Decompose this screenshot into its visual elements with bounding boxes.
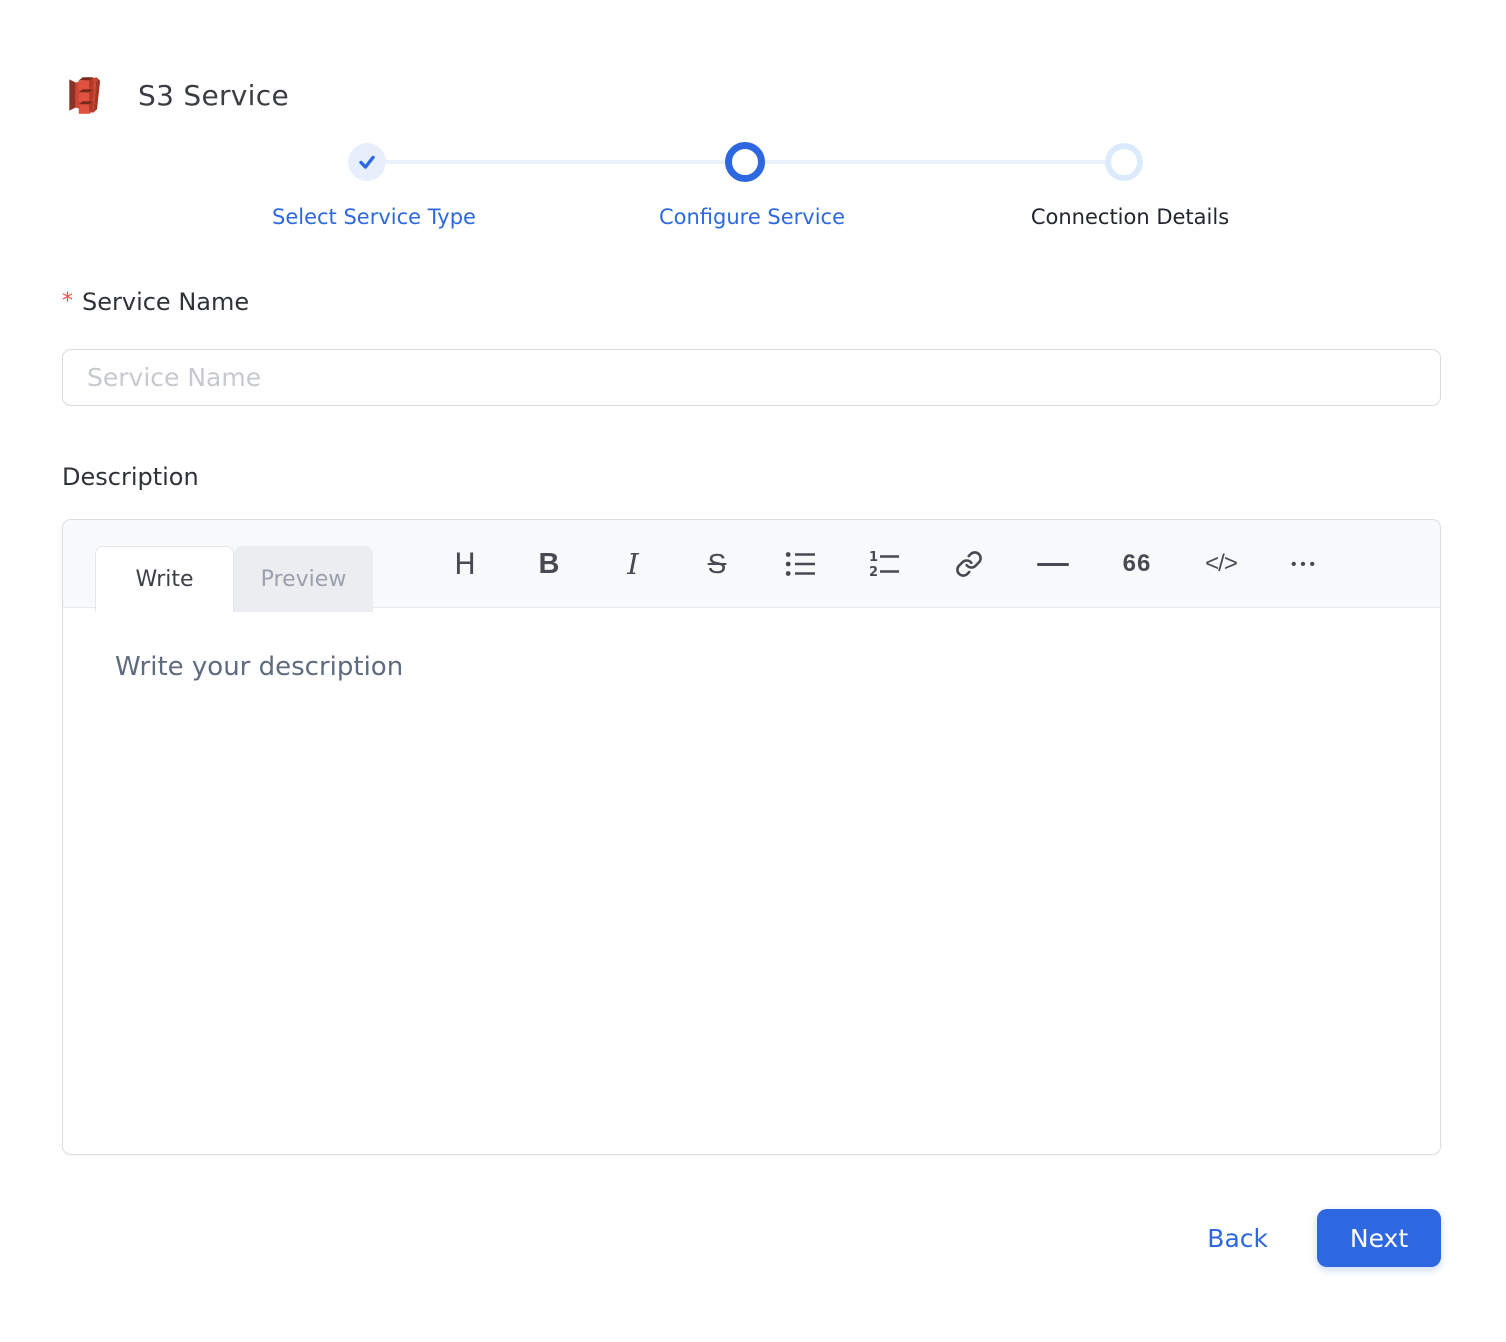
bulleted-list-icon bbox=[785, 552, 815, 576]
quote-icon: 66 bbox=[1122, 550, 1152, 577]
numbered-list-icon: 1 2 bbox=[869, 550, 899, 578]
required-asterisk: * bbox=[62, 289, 73, 314]
step-label-select-service-type: Select Service Type bbox=[272, 205, 476, 229]
bold-button[interactable]: B bbox=[507, 520, 591, 608]
check-icon bbox=[359, 155, 375, 169]
svg-text:1: 1 bbox=[869, 550, 878, 565]
tab-preview[interactable]: Preview bbox=[234, 546, 373, 612]
editor-toolbar-buttons: H B I S 1 2 66 </> ••• bbox=[423, 520, 1347, 608]
step-configure-service-indicator bbox=[725, 142, 765, 182]
description-editor: Write Preview H B I S 1 2 66 </> ••• Wri… bbox=[62, 519, 1441, 1155]
horizontal-rule-icon bbox=[1037, 562, 1069, 566]
more-options-icon: ••• bbox=[1291, 555, 1319, 573]
page-header: S3 Service bbox=[62, 72, 289, 118]
heading-icon: H bbox=[454, 547, 476, 581]
link-icon bbox=[956, 551, 982, 577]
bulleted-list-button[interactable] bbox=[759, 520, 843, 608]
step-label-connection-details: Connection Details bbox=[1030, 205, 1230, 229]
wizard-footer: Back Next bbox=[1207, 1209, 1441, 1267]
italic-icon: I bbox=[627, 547, 639, 581]
service-name-label-text: Service Name bbox=[82, 288, 250, 316]
description-textarea[interactable] bbox=[63, 608, 1440, 1154]
service-name-label: * Service Name bbox=[62, 288, 249, 316]
next-button[interactable]: Next bbox=[1317, 1209, 1441, 1267]
description-label: Description bbox=[62, 463, 199, 491]
numbered-list-button[interactable]: 1 2 bbox=[843, 520, 927, 608]
quote-button[interactable]: 66 bbox=[1095, 520, 1179, 608]
service-name-input[interactable] bbox=[62, 349, 1441, 406]
italic-button[interactable]: I bbox=[591, 520, 675, 608]
link-button[interactable] bbox=[927, 520, 1011, 608]
strikethrough-icon: S bbox=[707, 548, 727, 579]
s3-cube-bottom bbox=[78, 101, 94, 114]
strikethrough-button[interactable]: S bbox=[675, 520, 759, 608]
code-icon: </> bbox=[1205, 550, 1238, 577]
step-label-configure-service: Configure Service bbox=[658, 205, 846, 229]
page-title: S3 Service bbox=[138, 78, 289, 112]
back-button[interactable]: Back bbox=[1207, 1224, 1268, 1253]
s3-service-icon bbox=[69, 77, 101, 114]
horizontal-rule-button[interactable] bbox=[1011, 520, 1095, 608]
wizard-stepper: Select Service Type Configure Service Co… bbox=[0, 141, 1506, 251]
bold-icon: B bbox=[538, 547, 560, 580]
editor-tabs: Write Preview bbox=[95, 546, 373, 612]
more-button[interactable]: ••• bbox=[1263, 520, 1347, 608]
s3-cube-top bbox=[78, 77, 94, 90]
code-button[interactable]: </> bbox=[1179, 520, 1263, 608]
s3-cube-middle bbox=[78, 89, 94, 102]
svg-text:2: 2 bbox=[869, 565, 878, 578]
step-select-service-type-indicator bbox=[348, 143, 386, 181]
heading-button[interactable]: H bbox=[423, 520, 507, 608]
tab-write[interactable]: Write bbox=[95, 546, 234, 612]
editor-toolbar: Write Preview H B I S 1 2 66 </> ••• bbox=[63, 520, 1440, 612]
step-connection-details-indicator bbox=[1105, 143, 1143, 181]
add-service-wizard-page: S3 Service Select Service Type Configure… bbox=[0, 0, 1506, 1342]
